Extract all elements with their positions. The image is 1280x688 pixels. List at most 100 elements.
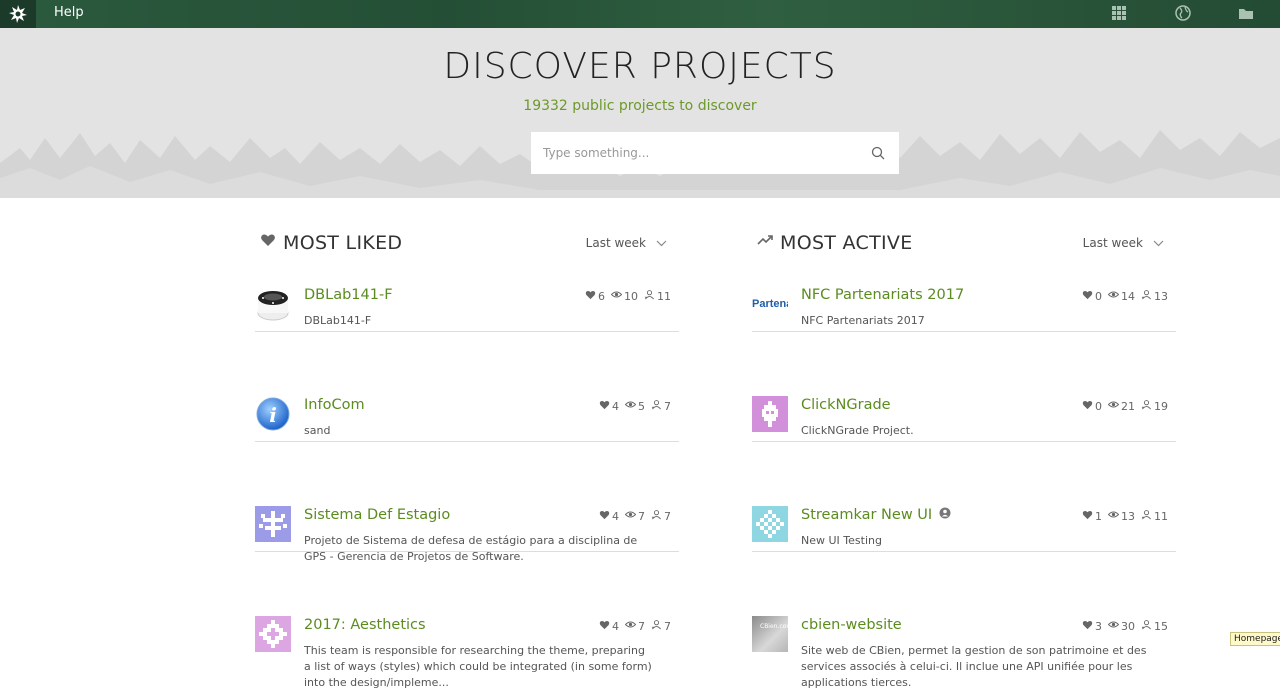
project-item-clickngrade[interactable]: ClickNGrade ClickNGrade Project. 0 21 19 bbox=[752, 332, 1176, 442]
views-stat: 13 bbox=[1107, 509, 1135, 523]
fans-stat: 13 bbox=[1141, 289, 1168, 303]
likes-count: 4 bbox=[612, 509, 619, 523]
likes-stat: 6 bbox=[585, 289, 605, 303]
eye-icon bbox=[610, 289, 623, 303]
hero-banner: DISCOVER PROJECTS 19332 public projects … bbox=[0, 28, 1280, 198]
project-name: InfoCom bbox=[304, 397, 365, 413]
likes-count: 0 bbox=[1095, 289, 1102, 303]
heart-icon bbox=[1082, 619, 1093, 633]
project-name-link[interactable]: DBLab141-F bbox=[304, 287, 393, 303]
page-title: DISCOVER PROJECTS bbox=[443, 46, 837, 87]
projects-count: 19332 public projects to discover bbox=[523, 98, 757, 114]
likes-stat: 1 bbox=[1082, 509, 1102, 523]
apps-grid-icon[interactable] bbox=[1111, 5, 1127, 21]
heart-icon bbox=[1082, 509, 1093, 523]
fans-icon bbox=[1141, 399, 1152, 413]
views-stat: 14 bbox=[1107, 289, 1135, 303]
private-badge-icon bbox=[939, 507, 951, 523]
fans-icon bbox=[1141, 619, 1152, 633]
project-name: Streamkar New UI bbox=[801, 507, 933, 523]
fans-icon bbox=[1141, 289, 1152, 303]
project-description: This team is responsible for researching… bbox=[304, 644, 652, 688]
heart-icon bbox=[599, 399, 610, 413]
views-count: 30 bbox=[1121, 619, 1135, 633]
project-description: NFC Partenariats 2017 bbox=[801, 314, 925, 327]
project-name: cbien-website bbox=[801, 617, 902, 633]
project-thumbnail[interactable] bbox=[255, 286, 291, 322]
most-active-section: MOST ACTIVE Last week PartenaNFC Partena… bbox=[752, 222, 1176, 688]
likes-stat: 0 bbox=[1082, 399, 1102, 413]
search-icon[interactable] bbox=[871, 145, 885, 160]
fans-count: 7 bbox=[664, 509, 671, 523]
project-description: sand bbox=[304, 424, 331, 437]
eye-icon bbox=[1107, 289, 1120, 303]
help-link[interactable]: Help bbox=[54, 5, 84, 20]
project-name: DBLab141-F bbox=[304, 287, 393, 303]
fans-stat: 15 bbox=[1141, 619, 1168, 633]
views-stat: 10 bbox=[610, 289, 638, 303]
project-thumbnail[interactable]: Partena bbox=[752, 286, 788, 322]
search-box[interactable] bbox=[531, 132, 899, 174]
fans-count: 7 bbox=[664, 399, 671, 413]
project-description: ClickNGrade Project. bbox=[801, 424, 914, 437]
project-item-2017-aesthetics[interactable]: 2017: Aesthetics This team is responsible… bbox=[255, 552, 679, 688]
svg-text:i: i bbox=[269, 403, 277, 427]
likes-count: 1 bbox=[1095, 509, 1102, 523]
heart-icon bbox=[599, 509, 610, 523]
project-thumbnail[interactable]: CBien.com bbox=[752, 616, 788, 652]
project-name-link[interactable]: Sistema Def Estagio bbox=[304, 507, 450, 523]
likes-count: 6 bbox=[598, 289, 605, 303]
fans-icon bbox=[651, 399, 662, 413]
views-count: 10 bbox=[624, 289, 638, 303]
views-stat: 21 bbox=[1107, 399, 1135, 413]
views-count: 7 bbox=[638, 509, 645, 523]
heart-icon bbox=[585, 289, 596, 303]
views-count: 13 bbox=[1121, 509, 1135, 523]
project-name-link[interactable]: Streamkar New UI bbox=[801, 507, 951, 523]
fans-count: 13 bbox=[1154, 289, 1168, 303]
project-name-link[interactable]: ClickNGrade bbox=[801, 397, 891, 413]
project-name: ClickNGrade bbox=[801, 397, 891, 413]
project-item-infocom[interactable]: i InfoCom sand 4 5 7 bbox=[255, 332, 679, 442]
project-stats: 6 10 11 bbox=[585, 289, 671, 303]
project-thumbnail[interactable] bbox=[752, 506, 788, 542]
fans-icon bbox=[651, 509, 662, 523]
fans-count: 7 bbox=[664, 619, 671, 633]
project-name-link[interactable]: NFC Partenariats 2017 bbox=[801, 287, 964, 303]
project-name-link[interactable]: InfoCom bbox=[304, 397, 365, 413]
project-name-link[interactable]: 2017: Aesthetics bbox=[304, 617, 426, 633]
project-name: 2017: Aesthetics bbox=[304, 617, 426, 633]
project-item-nfc-partenariats-2017[interactable]: Partena NFC Partenariats 2017 NFC Partenar… bbox=[752, 222, 1176, 332]
search-input[interactable] bbox=[531, 132, 861, 174]
views-count: 21 bbox=[1121, 399, 1135, 413]
project-stats: 0 14 13 bbox=[1082, 289, 1168, 303]
fans-count: 15 bbox=[1154, 619, 1168, 633]
likes-stat: 4 bbox=[599, 399, 619, 413]
project-stats: 3 30 15 bbox=[1082, 619, 1168, 633]
project-description: Site web de CBien, permet la gestion de … bbox=[801, 644, 1147, 688]
likes-count: 0 bbox=[1095, 399, 1102, 413]
eye-icon bbox=[1107, 399, 1120, 413]
eye-icon bbox=[624, 509, 637, 523]
fans-stat: 7 bbox=[651, 399, 671, 413]
logo-icon[interactable] bbox=[0, 0, 36, 28]
globe-icon[interactable] bbox=[1175, 5, 1191, 21]
likes-stat: 4 bbox=[599, 509, 619, 523]
heart-icon bbox=[1082, 399, 1093, 413]
views-count: 5 bbox=[638, 399, 645, 413]
project-thumbnail[interactable] bbox=[752, 396, 788, 432]
likes-stat: 3 bbox=[1082, 619, 1102, 633]
project-thumbnail[interactable]: i bbox=[255, 396, 291, 432]
project-name: Sistema Def Estagio bbox=[304, 507, 451, 523]
fans-icon bbox=[651, 619, 662, 633]
project-item-streamkar-new-ui[interactable]: Streamkar New UI New UI Testing 1 13 11 bbox=[752, 442, 1176, 552]
fans-icon bbox=[1141, 509, 1152, 523]
project-item-sistema-def-estagio[interactable]: Sistema Def Estagio Projeto de Sistema de… bbox=[255, 442, 679, 563]
project-item-cbien-website[interactable]: CBien.com cbien-website Site web de CBien,… bbox=[752, 552, 1176, 688]
project-name-link[interactable]: cbien-website bbox=[801, 617, 902, 633]
project-thumbnail[interactable] bbox=[255, 616, 291, 652]
project-thumbnail[interactable] bbox=[255, 506, 291, 542]
folder-icon[interactable] bbox=[1238, 5, 1254, 21]
heart-icon bbox=[599, 619, 610, 633]
project-item-dblab141-f[interactable]: DBLab141-F DBLab141-F 6 10 11 bbox=[255, 222, 679, 332]
